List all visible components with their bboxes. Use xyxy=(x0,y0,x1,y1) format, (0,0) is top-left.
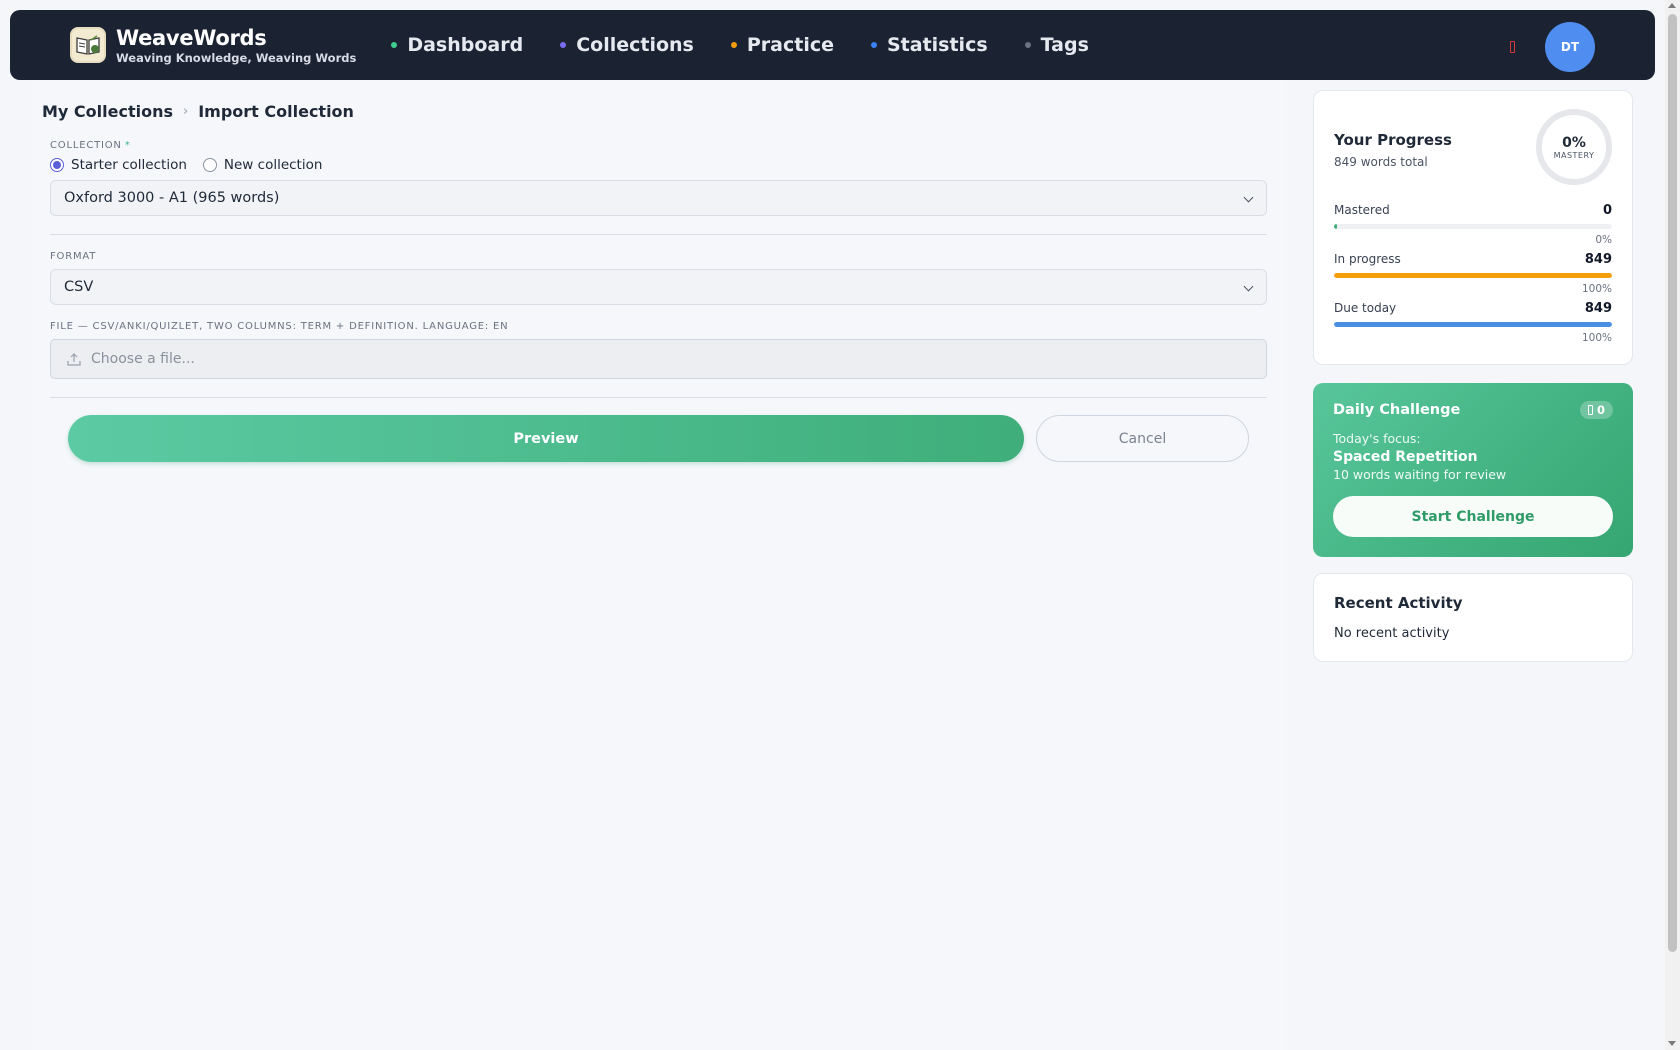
nav-item-statistics[interactable]: Statistics xyxy=(870,34,988,56)
collection-select[interactable]: Oxford 3000 - A1 (965 words) xyxy=(50,180,1267,216)
book-logo-icon xyxy=(70,27,106,63)
sidebar: Your Progress 849 words total 0% MASTERY… xyxy=(1313,90,1633,662)
radio-starter-collection[interactable]: Starter collection xyxy=(50,157,187,173)
chevron-down-icon xyxy=(1243,281,1254,292)
nav-item-tags[interactable]: Tags xyxy=(1024,34,1089,56)
stat-percent: 100% xyxy=(1581,332,1612,344)
challenge-topic: Spaced Repetition xyxy=(1333,449,1478,465)
stat-count: 0 xyxy=(1602,203,1612,218)
nav-label: Tags xyxy=(1040,34,1089,56)
challenge-focus-label: Today's focus: xyxy=(1333,431,1421,446)
stat-label: Due today xyxy=(1334,301,1397,315)
brand[interactable]: WeaveWords Weaving Knowledge, Weaving Wo… xyxy=(70,26,356,65)
nav-item-collections[interactable]: Collections xyxy=(560,34,694,56)
file-label: FILE — CSV/ANKI/QUIZLET, TWO COLUMNS: TE… xyxy=(50,321,509,332)
daily-challenge-card: Daily Challenge 0 Today's focus: Spaced … xyxy=(1313,383,1633,557)
nav-dot-icon xyxy=(1024,42,1031,48)
chevron-down-icon xyxy=(1243,192,1254,203)
scroll-thumb[interactable] xyxy=(1668,14,1677,952)
topbar-right: DT xyxy=(1510,22,1595,72)
stat-percent: 100% xyxy=(1581,283,1612,295)
challenge-subtitle: 10 words waiting for review xyxy=(1333,467,1507,482)
preview-button[interactable]: Preview xyxy=(68,415,1024,462)
required-mark: * xyxy=(124,140,131,151)
stat-label: In progress xyxy=(1334,252,1401,266)
breadcrumb-current: Import Collection xyxy=(198,102,354,121)
page: WeaveWords Weaving Knowledge, Weaving Wo… xyxy=(0,0,1680,1050)
radio-unchecked-icon xyxy=(202,158,217,172)
nav-label: Practice xyxy=(746,34,834,56)
streak-badge: 0 xyxy=(1579,401,1613,419)
progress-title: Your Progress xyxy=(1334,131,1452,149)
stat-count: 849 xyxy=(1584,252,1612,267)
words-total: 849 words total xyxy=(1334,155,1428,169)
nav-item-dashboard[interactable]: Dashboard xyxy=(391,34,523,56)
recent-activity-title: Recent Activity xyxy=(1334,594,1463,612)
progress-bar xyxy=(1334,224,1612,229)
recent-activity-card: Recent Activity No recent activity xyxy=(1313,573,1633,662)
recent-activity-empty: No recent activity xyxy=(1334,626,1450,641)
nav-item-practice[interactable]: Practice xyxy=(730,34,834,56)
progress-bar-fill xyxy=(1334,322,1612,327)
import-form: COLLECTION * Starter collection New colle… xyxy=(50,140,1267,462)
notification-icon[interactable] xyxy=(1510,41,1515,53)
nav-label: Statistics xyxy=(886,34,988,56)
stat-count: 849 xyxy=(1584,301,1612,316)
progress-bar xyxy=(1334,273,1612,278)
format-label: FORMAT xyxy=(50,251,97,262)
divider xyxy=(50,234,1267,235)
challenge-title: Daily Challenge xyxy=(1333,402,1461,418)
user-avatar[interactable]: DT xyxy=(1545,22,1595,72)
top-nav-bar: WeaveWords Weaving Knowledge, Weaving Wo… xyxy=(10,10,1655,80)
mastery-value: 0% xyxy=(1562,134,1586,151)
page-scrollbar[interactable] xyxy=(1665,0,1680,1050)
nav-label: Collections xyxy=(576,34,694,56)
progress-bar xyxy=(1334,322,1612,327)
form-actions: Preview Cancel xyxy=(50,415,1267,462)
nav-dot-icon xyxy=(391,42,398,48)
breadcrumb: My Collections › Import Collection xyxy=(42,102,354,121)
format-select[interactable]: CSV xyxy=(50,269,1267,305)
nav-dot-icon xyxy=(870,42,877,48)
streak-count: 0 xyxy=(1596,403,1605,417)
chevron-right-icon: › xyxy=(183,104,189,119)
main-nav: Dashboard Collections Practice Statistic… xyxy=(391,34,1126,56)
nav-dot-icon xyxy=(730,42,737,48)
progress-bar-fill xyxy=(1334,224,1337,229)
progress-bar-fill xyxy=(1334,273,1612,278)
mastery-label: MASTERY xyxy=(1553,150,1595,160)
divider xyxy=(50,397,1267,398)
start-challenge-button[interactable]: Start Challenge xyxy=(1333,496,1613,537)
upload-icon xyxy=(67,353,81,366)
collection-label-text: COLLECTION xyxy=(50,140,122,151)
radio-new-label: New collection xyxy=(223,157,323,173)
scroll-down-arrow-icon[interactable] xyxy=(1668,1041,1676,1046)
nav-label: Dashboard xyxy=(407,34,524,56)
progress-card: Your Progress 849 words total 0% MASTERY… xyxy=(1313,90,1633,365)
radio-starter-label: Starter collection xyxy=(71,157,187,173)
file-input[interactable]: Choose a file... xyxy=(50,339,1267,379)
format-select-value: CSV xyxy=(64,279,94,295)
radio-new-collection[interactable]: New collection xyxy=(202,157,323,173)
scroll-up-arrow-icon[interactable] xyxy=(1668,3,1676,8)
radio-checked-icon xyxy=(50,158,64,172)
breadcrumb-my-collections[interactable]: My Collections xyxy=(42,102,173,121)
stat-in-progress: In progress 849 100% xyxy=(1334,252,1612,295)
main-content: My Collections › Import Collection COLLE… xyxy=(32,80,1285,1050)
flame-icon xyxy=(1587,405,1593,415)
stat-mastered: Mastered 0 0% xyxy=(1334,203,1612,246)
app-tagline: Weaving Knowledge, Weaving Words xyxy=(116,50,357,65)
file-placeholder: Choose a file... xyxy=(91,351,195,367)
collection-type-radios: Starter collection New collection xyxy=(50,157,1267,173)
collection-select-value: Oxford 3000 - A1 (965 words) xyxy=(64,190,280,206)
nav-dot-icon xyxy=(560,42,567,48)
stat-due-today: Due today 849 100% xyxy=(1334,301,1612,344)
stat-label: Mastered xyxy=(1334,203,1390,217)
mastery-ring: 0% MASTERY xyxy=(1536,109,1612,185)
stat-percent: 0% xyxy=(1595,234,1612,246)
app-name: WeaveWords xyxy=(116,25,267,50)
cancel-button[interactable]: Cancel xyxy=(1036,415,1249,462)
collection-label: COLLECTION * xyxy=(50,140,1267,151)
